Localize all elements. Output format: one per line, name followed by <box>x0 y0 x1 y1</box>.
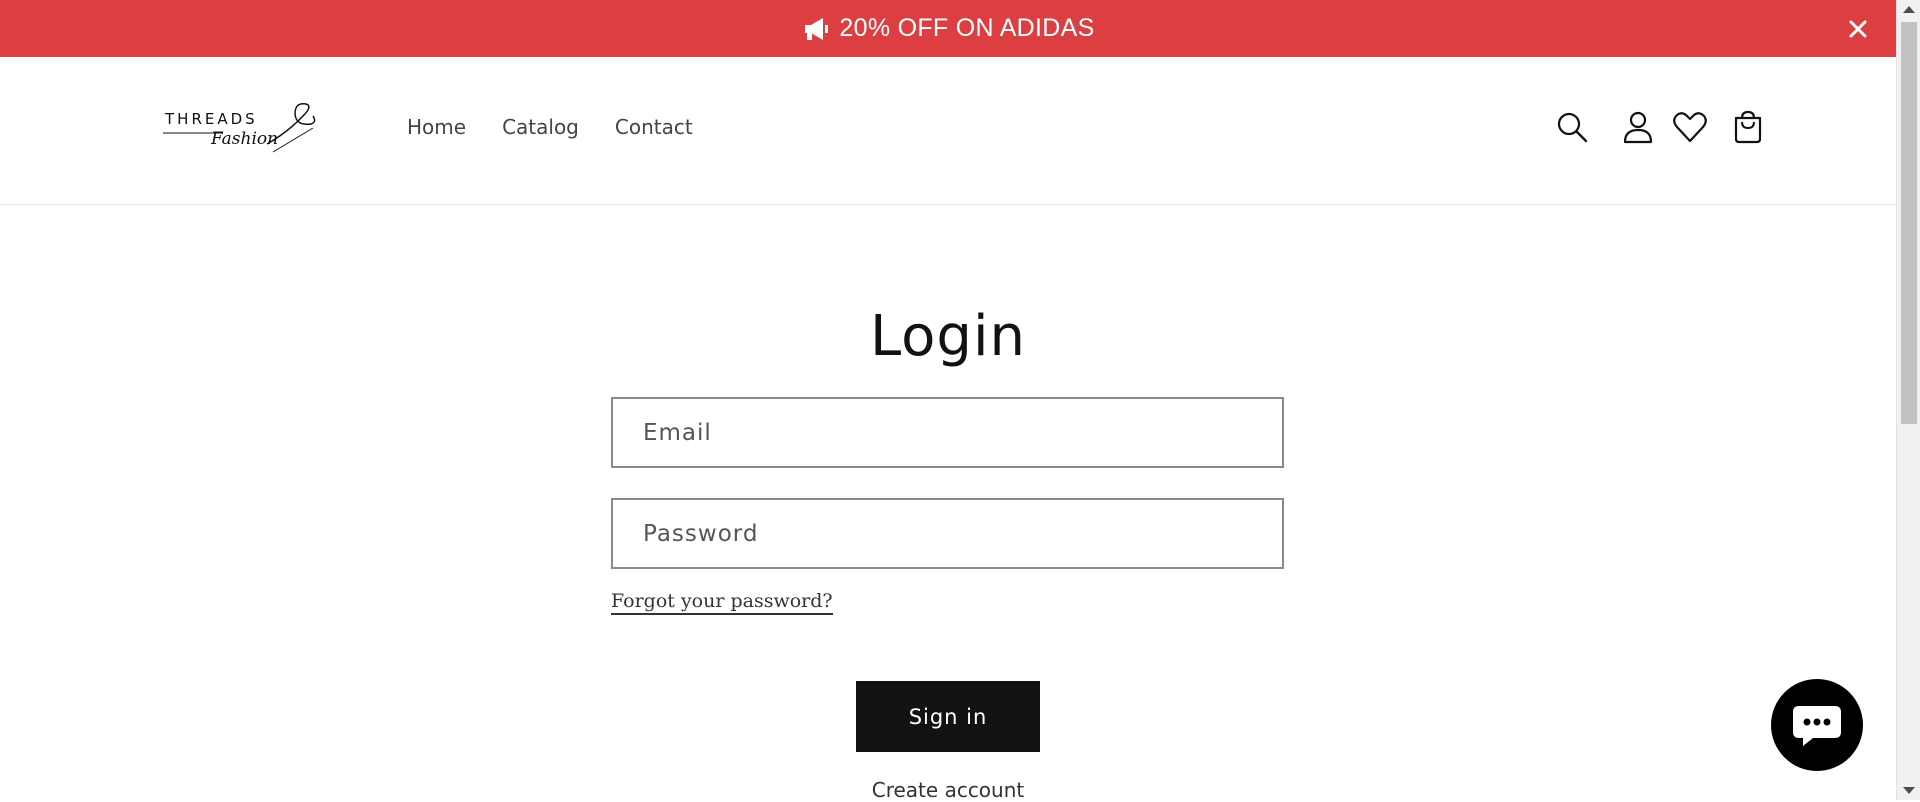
page-scrollbar[interactable] <box>1896 0 1920 800</box>
megaphone-icon <box>801 16 831 42</box>
email-field[interactable]: Email <box>611 397 1284 468</box>
announcement-text: 20% OFF ON ADIDAS <box>839 14 1095 42</box>
close-icon[interactable] <box>1844 15 1872 43</box>
password-placeholder: Password <box>643 520 759 547</box>
scrollbar-thumb[interactable] <box>1901 22 1917 424</box>
chat-bubble-icon[interactable] <box>1771 679 1863 771</box>
page-title: Login <box>869 303 1027 369</box>
nav-home[interactable]: Home <box>407 115 466 139</box>
heart-icon[interactable] <box>1672 109 1708 145</box>
sign-in-button[interactable]: Sign in <box>856 681 1040 752</box>
svg-text:Fashion: Fashion <box>210 129 278 149</box>
search-icon[interactable] <box>1554 109 1590 145</box>
cart-icon[interactable] <box>1730 109 1766 145</box>
login-section: Login Email Password Forgot your passwor… <box>0 206 1896 802</box>
scroll-up-icon[interactable] <box>1903 6 1915 13</box>
announcement-bar: 20% OFF ON ADIDAS <box>0 0 1896 57</box>
nav-catalog[interactable]: Catalog <box>502 115 579 139</box>
svg-text:THREADS: THREADS <box>164 110 258 128</box>
account-icon[interactable] <box>1620 109 1656 145</box>
site-header: THREADS Fashion Home Catalog Contact <box>0 57 1896 205</box>
email-placeholder: Email <box>643 419 712 446</box>
forgot-password-link[interactable]: Forgot your password? <box>611 590 833 615</box>
nav-contact[interactable]: Contact <box>615 115 693 139</box>
create-account-link[interactable]: Create account <box>0 778 1896 802</box>
main-nav: Home Catalog Contact <box>407 115 693 139</box>
password-field[interactable]: Password <box>611 498 1284 569</box>
header-icons <box>1554 109 1766 145</box>
scroll-down-icon[interactable] <box>1903 787 1915 794</box>
store-logo[interactable]: THREADS Fashion <box>163 102 318 162</box>
